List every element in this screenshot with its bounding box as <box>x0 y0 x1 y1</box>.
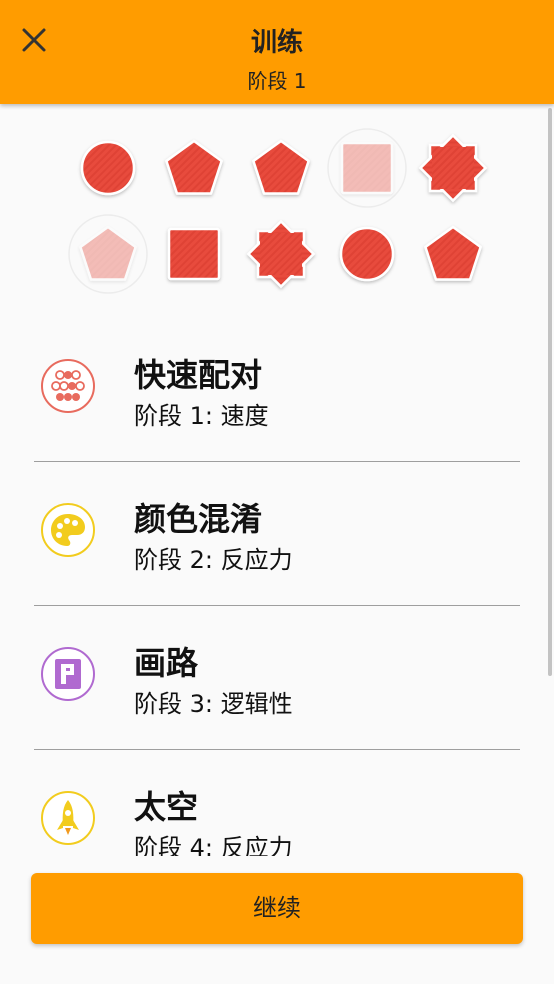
shape-square[interactable] <box>154 214 234 294</box>
dots-grid-icon <box>40 358 96 414</box>
game-subtitle: 阶段 2: 反应力 <box>134 546 293 574</box>
game-subtitle: 阶段 1: 速度 <box>134 402 269 430</box>
page-title: 训练 <box>250 28 303 58</box>
shape-circle[interactable] <box>68 128 148 208</box>
scrollbar[interactable] <box>548 108 552 676</box>
path-p-icon <box>40 646 96 702</box>
header-bar: 训练 阶段 1 <box>0 0 554 104</box>
shape-pentagon[interactable] <box>68 214 148 294</box>
palette-icon <box>40 502 96 558</box>
shape-pentagon[interactable] <box>413 214 493 294</box>
shape-pentagon[interactable] <box>154 128 234 208</box>
shape-octagram[interactable] <box>241 214 321 294</box>
shape-square[interactable] <box>327 128 407 208</box>
game-list: 快速配对 阶段 1: 速度 颜色混淆 阶段 2: 反应力 画路 阶段 3: 逻辑… <box>0 318 554 894</box>
shape-octagram[interactable] <box>413 128 493 208</box>
list-item-color-confusion[interactable]: 颜色混淆 阶段 2: 反应力 <box>0 462 554 606</box>
game-subtitle: 阶段 3: 逻辑性 <box>134 690 293 718</box>
continue-button[interactable]: 继续 <box>31 873 523 944</box>
stage-subtitle: 阶段 1 <box>247 69 307 93</box>
shape-grid <box>0 104 554 304</box>
game-title: 太空 <box>134 788 199 826</box>
game-title: 颜色混淆 <box>134 500 263 538</box>
game-title: 画路 <box>134 644 199 682</box>
shape-pentagon[interactable] <box>241 128 321 208</box>
rocket-icon <box>40 790 96 846</box>
game-title: 快速配对 <box>134 356 263 394</box>
shape-circle[interactable] <box>327 214 407 294</box>
list-item-quick-match[interactable]: 快速配对 阶段 1: 速度 <box>0 318 554 462</box>
list-item-draw-path[interactable]: 画路 阶段 3: 逻辑性 <box>0 606 554 750</box>
